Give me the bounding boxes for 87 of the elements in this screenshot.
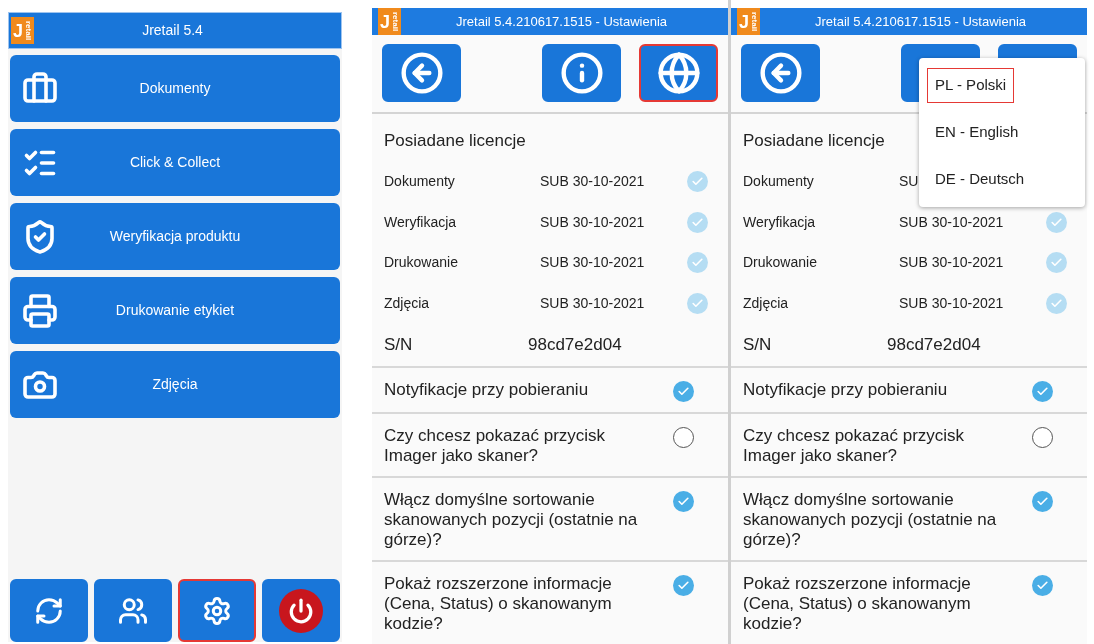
logo-word: retail xyxy=(24,20,32,41)
checkbox[interactable] xyxy=(687,252,708,274)
language-button[interactable] xyxy=(639,44,718,102)
license-name: Dokumenty xyxy=(384,172,456,192)
check-icon xyxy=(677,578,690,592)
language-option[interactable]: EN - English xyxy=(927,115,1027,150)
checkbox[interactable] xyxy=(673,426,694,448)
license-expiry: SUB 30-10-2021 xyxy=(899,293,1004,313)
check-icon xyxy=(1036,578,1049,592)
check-icon xyxy=(1050,215,1063,229)
logo-letter: J xyxy=(739,12,749,31)
logo-letter: J xyxy=(380,12,390,31)
check-icon xyxy=(691,215,704,229)
check-icon xyxy=(677,494,690,508)
info-icon xyxy=(559,51,604,95)
power-icon xyxy=(279,588,323,633)
users-icon xyxy=(118,595,148,626)
menu-button[interactable]: Zdjęcia xyxy=(10,351,340,418)
license-expiry: SUB 30-10-2021 xyxy=(540,172,645,192)
toolbar-button[interactable] xyxy=(262,579,340,642)
license-name: Dokumenty xyxy=(743,172,815,192)
option-label: Notyfikacje przy pobieraniu xyxy=(743,379,949,400)
license-expiry: SUB 30-10-2021 xyxy=(540,293,645,313)
screen-title: Jretail 5.4.210617.1515 - Ustawienia xyxy=(815,12,1026,31)
language-option[interactable]: DE - Deutsch xyxy=(927,162,1033,197)
option-label: Włącz domyślne sortowanie skanowanych pozycji (ostatnie na górze)? xyxy=(743,489,998,550)
license-name: Weryfikacja xyxy=(743,212,817,232)
check-icon xyxy=(691,296,704,310)
printer-icon xyxy=(22,292,58,329)
menu-button[interactable]: Dokumenty xyxy=(10,55,340,122)
language-option[interactable]: PL - Polski xyxy=(927,68,1015,103)
toolbar-button[interactable] xyxy=(178,579,256,642)
option-label: Pokaż rozszerzone informacje (Cena, Status) o skanowanym kodzie? xyxy=(384,573,613,634)
license-expiry: SUB 30-10-2021 xyxy=(899,253,1004,273)
settings-icon xyxy=(202,595,232,626)
checkbox[interactable] xyxy=(1032,574,1053,596)
globe-icon xyxy=(656,51,701,95)
serial-label: S/N xyxy=(743,333,773,356)
checkbox[interactable] xyxy=(687,171,708,193)
option-label: Pokaż rozszerzone informacje (Cena, Status) o skanowanym kodzie? xyxy=(743,573,972,634)
checkbox[interactable] xyxy=(687,211,708,233)
app-title: Jretail 5.4 xyxy=(142,21,203,40)
checkbox[interactable] xyxy=(1046,252,1067,274)
checkbox[interactable] xyxy=(687,292,708,314)
sync-icon xyxy=(34,595,64,626)
toolbar-button[interactable] xyxy=(10,579,88,642)
checkbox[interactable] xyxy=(673,380,694,402)
license-name: Weryfikacja xyxy=(384,212,458,232)
checkbox[interactable] xyxy=(1032,380,1053,402)
check-icon xyxy=(1036,384,1049,398)
menu-button[interactable]: Weryfikacja produktu xyxy=(10,203,340,270)
checkbox[interactable] xyxy=(1032,426,1053,448)
serial-number: 98cd7e2d04 xyxy=(528,333,622,356)
license-expiry: SUB 30-10-2021 xyxy=(540,212,645,232)
logo-word: retail xyxy=(750,11,758,32)
checkbox[interactable] xyxy=(673,574,694,596)
back-button[interactable] xyxy=(382,44,461,102)
logo-letter: J xyxy=(13,21,23,40)
back-button[interactable] xyxy=(741,44,820,102)
checkbox[interactable] xyxy=(673,490,694,512)
checkbox[interactable] xyxy=(1046,211,1067,233)
serial-number: 98cd7e2d04 xyxy=(887,333,981,356)
license-name: Zdjęcia xyxy=(384,293,431,313)
info-button[interactable] xyxy=(542,44,621,102)
option-label: Czy chcesz pokazać przycisk Imager jako skaner? xyxy=(743,425,966,466)
check-icon xyxy=(1036,494,1049,508)
logo-word: retail xyxy=(391,11,399,32)
menu-button[interactable]: Click & Collect xyxy=(10,129,340,196)
menu-button[interactable]: Drukowanie etykiet xyxy=(10,277,340,344)
license-name: Drukowanie xyxy=(743,253,818,273)
checkbox[interactable] xyxy=(1032,490,1053,512)
option-label: Notyfikacje przy pobieraniu xyxy=(384,379,590,400)
option-label: Włącz domyślne sortowanie skanowanych pozycji (ostatnie na górze)? xyxy=(384,489,639,550)
license-expiry: SU xyxy=(899,172,919,192)
license-name: Drukowanie xyxy=(384,253,459,273)
license-expiry: SUB 30-10-2021 xyxy=(899,212,1004,232)
license-name: Zdjęcia xyxy=(743,293,790,313)
section-heading: Posiadane licencje xyxy=(743,130,885,152)
check-icon xyxy=(677,384,690,398)
toolbar-button[interactable] xyxy=(94,579,172,642)
check-icon xyxy=(1050,296,1063,310)
option-label: Czy chcesz pokazać przycisk Imager jako skaner? xyxy=(384,425,607,466)
serial-label: S/N xyxy=(384,333,414,356)
checkbox[interactable] xyxy=(1046,292,1067,314)
screen-title: Jretail 5.4.210617.1515 - Ustawienia xyxy=(456,12,667,31)
license-expiry: SUB 30-10-2021 xyxy=(540,253,645,273)
section-heading: Posiadane licencje xyxy=(384,130,526,152)
